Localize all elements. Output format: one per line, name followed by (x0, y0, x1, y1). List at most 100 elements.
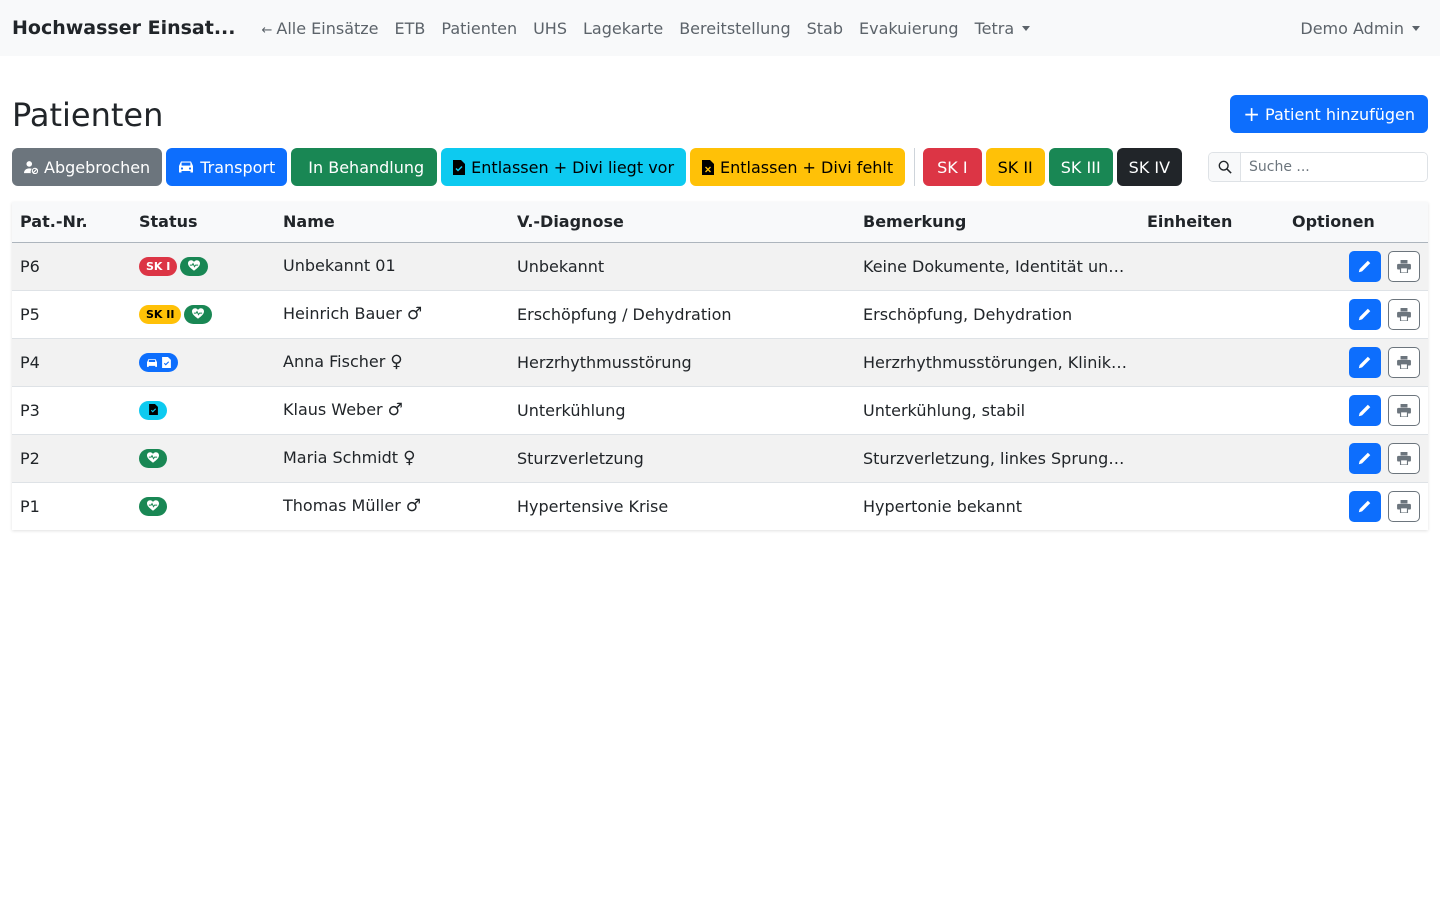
edit-patient-button[interactable] (1348, 394, 1381, 426)
printer-icon (1397, 451, 1411, 465)
edit-patient-button[interactable] (1348, 346, 1381, 378)
nav-link-uhs[interactable]: UHS (525, 11, 575, 46)
search-icon (1209, 153, 1241, 181)
cell-status (131, 338, 275, 387)
nav-link-stab[interactable]: Stab (799, 11, 851, 46)
filter-transport-button[interactable]: Transport (166, 148, 288, 186)
column-header-bemerkung[interactable]: Bemerkung (855, 202, 1139, 243)
patient-name: Maria Schmidt (283, 448, 399, 467)
user-menu-label: Demo Admin (1300, 18, 1404, 38)
column-header-pat-nr[interactable]: Pat.-Nr. (12, 202, 131, 243)
edit-patient-button[interactable] (1348, 298, 1381, 330)
print-patient-button[interactable] (1388, 394, 1420, 426)
nav-dropdown-tetra[interactable]: Tetra (967, 11, 1039, 46)
print-patient-button[interactable] (1388, 442, 1420, 474)
nav-link-patienten[interactable]: Patienten (433, 11, 525, 46)
heart-pulse-icon (147, 451, 159, 466)
cell-v-diagnose: Hypertensive Krise (517, 496, 669, 516)
filter-sk3-label: SK III (1060, 157, 1101, 177)
cell-status (131, 386, 275, 435)
cell-bemerkung: Hypertonie bekannt (863, 496, 1022, 516)
table-row[interactable]: P5 SK II Heinrich Bauer ♂ Erschöpfung / D… (12, 290, 1428, 339)
cell-v-diagnose: Herzrhythmusstörung (509, 338, 855, 387)
table-row[interactable]: P1 Thomas Müller ♂ Hypertensive Krise Hyp… (12, 482, 1428, 530)
caret-down-icon (1412, 25, 1420, 31)
nav-link-evakuierung[interactable]: Evakuierung (851, 11, 967, 46)
print-patient-button[interactable] (1388, 250, 1420, 282)
edit-patient-button[interactable] (1348, 250, 1381, 282)
status-badge-in-behandlung (180, 257, 209, 276)
cell-pat-nr: P4 (12, 338, 131, 387)
printer-icon (1397, 307, 1411, 321)
heart-pulse-icon (188, 259, 201, 274)
gender-icon: ♀ (390, 352, 403, 372)
cell-status: SK I (131, 242, 275, 291)
nav-link-etb[interactable]: ETB (387, 11, 434, 46)
nav-link-lagekarte[interactable]: Lagekarte (575, 11, 671, 46)
table-row[interactable]: P4 Anna Fischer ♀ Herzrhythmusstörung Her… (12, 338, 1428, 387)
filter-sk4-label: SK IV (1128, 157, 1171, 177)
print-patient-button[interactable] (1388, 298, 1420, 330)
cell-bemerkung: Sturzverletzung, linkes Sprunggel... (855, 434, 1139, 483)
filter-divider (914, 148, 916, 186)
filter-sk1-label: SK I (937, 157, 968, 177)
edit-patient-button[interactable] (1348, 490, 1381, 522)
filter-sk4-button[interactable]: SK IV (1116, 148, 1183, 186)
patient-name: Heinrich Bauer (283, 304, 402, 323)
heart-pulse-icon (147, 500, 159, 514)
column-header-v-diagnose[interactable]: V.-Diagnose (509, 202, 855, 243)
nav-link-bereitstellung[interactable]: Bereitstellung (671, 11, 798, 46)
filter-entlassen-divi-fehlt-button[interactable]: Entlassen + Divi fehlt (690, 148, 906, 186)
plus-icon: + (1243, 102, 1261, 126)
table-row[interactable]: P3 Klaus Weber ♂ Unterkühlung Unterkühlun… (12, 386, 1428, 435)
cell-status (131, 482, 275, 530)
page-header: Patienten + Patient hinzufügen (0, 56, 1440, 138)
filter-sk3-button[interactable]: SK III (1048, 148, 1113, 186)
document-x-icon (702, 159, 715, 175)
nav-link-back-label: Alle Einsätze (276, 18, 379, 38)
column-header-status[interactable]: Status (131, 202, 275, 243)
edit-patient-button[interactable] (1348, 442, 1381, 474)
print-patient-button[interactable] (1388, 346, 1420, 378)
cell-status: SK II (131, 290, 275, 339)
search-input[interactable] (1241, 153, 1427, 181)
print-patient-button[interactable] (1388, 490, 1420, 522)
arrow-left-icon: ← (261, 22, 273, 38)
cell-bemerkung: Erschöpfung, Dehydration (855, 290, 1139, 339)
table-row[interactable]: P2 Maria Schmidt ♀ Sturzverletzung Sturzv… (12, 434, 1428, 483)
pencil-icon (1359, 308, 1371, 320)
car-icon (146, 358, 158, 368)
status-badge-in-behandlung (139, 449, 167, 468)
column-header-einheiten[interactable]: Einheiten (1139, 202, 1284, 243)
status-badge-transport (139, 353, 178, 372)
add-patient-label: Patient hinzufügen (1265, 104, 1415, 124)
printer-icon (1397, 355, 1411, 369)
filter-abgebrochen-button[interactable]: Abgebrochen (12, 148, 163, 186)
heart-pulse-icon (192, 307, 205, 322)
column-header-name[interactable]: Name (275, 202, 509, 243)
filter-in-behandlung-button[interactable]: In Behandlung (291, 148, 438, 186)
triage-badge: SK II (139, 305, 182, 324)
nav-dropdown-tetra-label: Tetra (974, 18, 1015, 38)
filter-sk2-button[interactable]: SK II (985, 148, 1045, 186)
filter-in-behandlung-label: In Behandlung (308, 157, 425, 177)
car-icon (179, 161, 194, 173)
gender-icon: ♂ (405, 496, 422, 517)
user-menu-dropdown[interactable]: Demo Admin (1292, 11, 1428, 46)
page-title: Patienten (12, 96, 164, 134)
cell-optionen (1284, 434, 1428, 483)
cell-einheiten (1139, 434, 1284, 483)
filter-entlassen-divi-liegt-vor-button[interactable]: Entlassen + Divi liegt vor (441, 148, 687, 186)
status-badge-in-behandlung (184, 305, 213, 324)
triage-badge: SK I (139, 257, 178, 276)
navbar-brand[interactable]: Hochwasser Einsat... (12, 17, 236, 39)
cell-pat-nr: P3 (12, 386, 131, 435)
add-patient-button[interactable]: + Patient hinzufügen (1230, 95, 1428, 133)
caret-down-icon (1022, 25, 1031, 31)
patients-table: Pat.-Nr. Status Name V.-Diagnose Bemerku… (12, 202, 1428, 530)
nav-link-back[interactable]: ← Alle Einsätze (254, 11, 387, 46)
gender-icon: ♀ (403, 448, 416, 468)
table-row[interactable]: P6 SK I Unbekannt 01 Unbekannt Keine Dok… (12, 242, 1428, 291)
document-check-icon (148, 403, 158, 418)
filter-sk1-button[interactable]: SK I (923, 148, 982, 186)
